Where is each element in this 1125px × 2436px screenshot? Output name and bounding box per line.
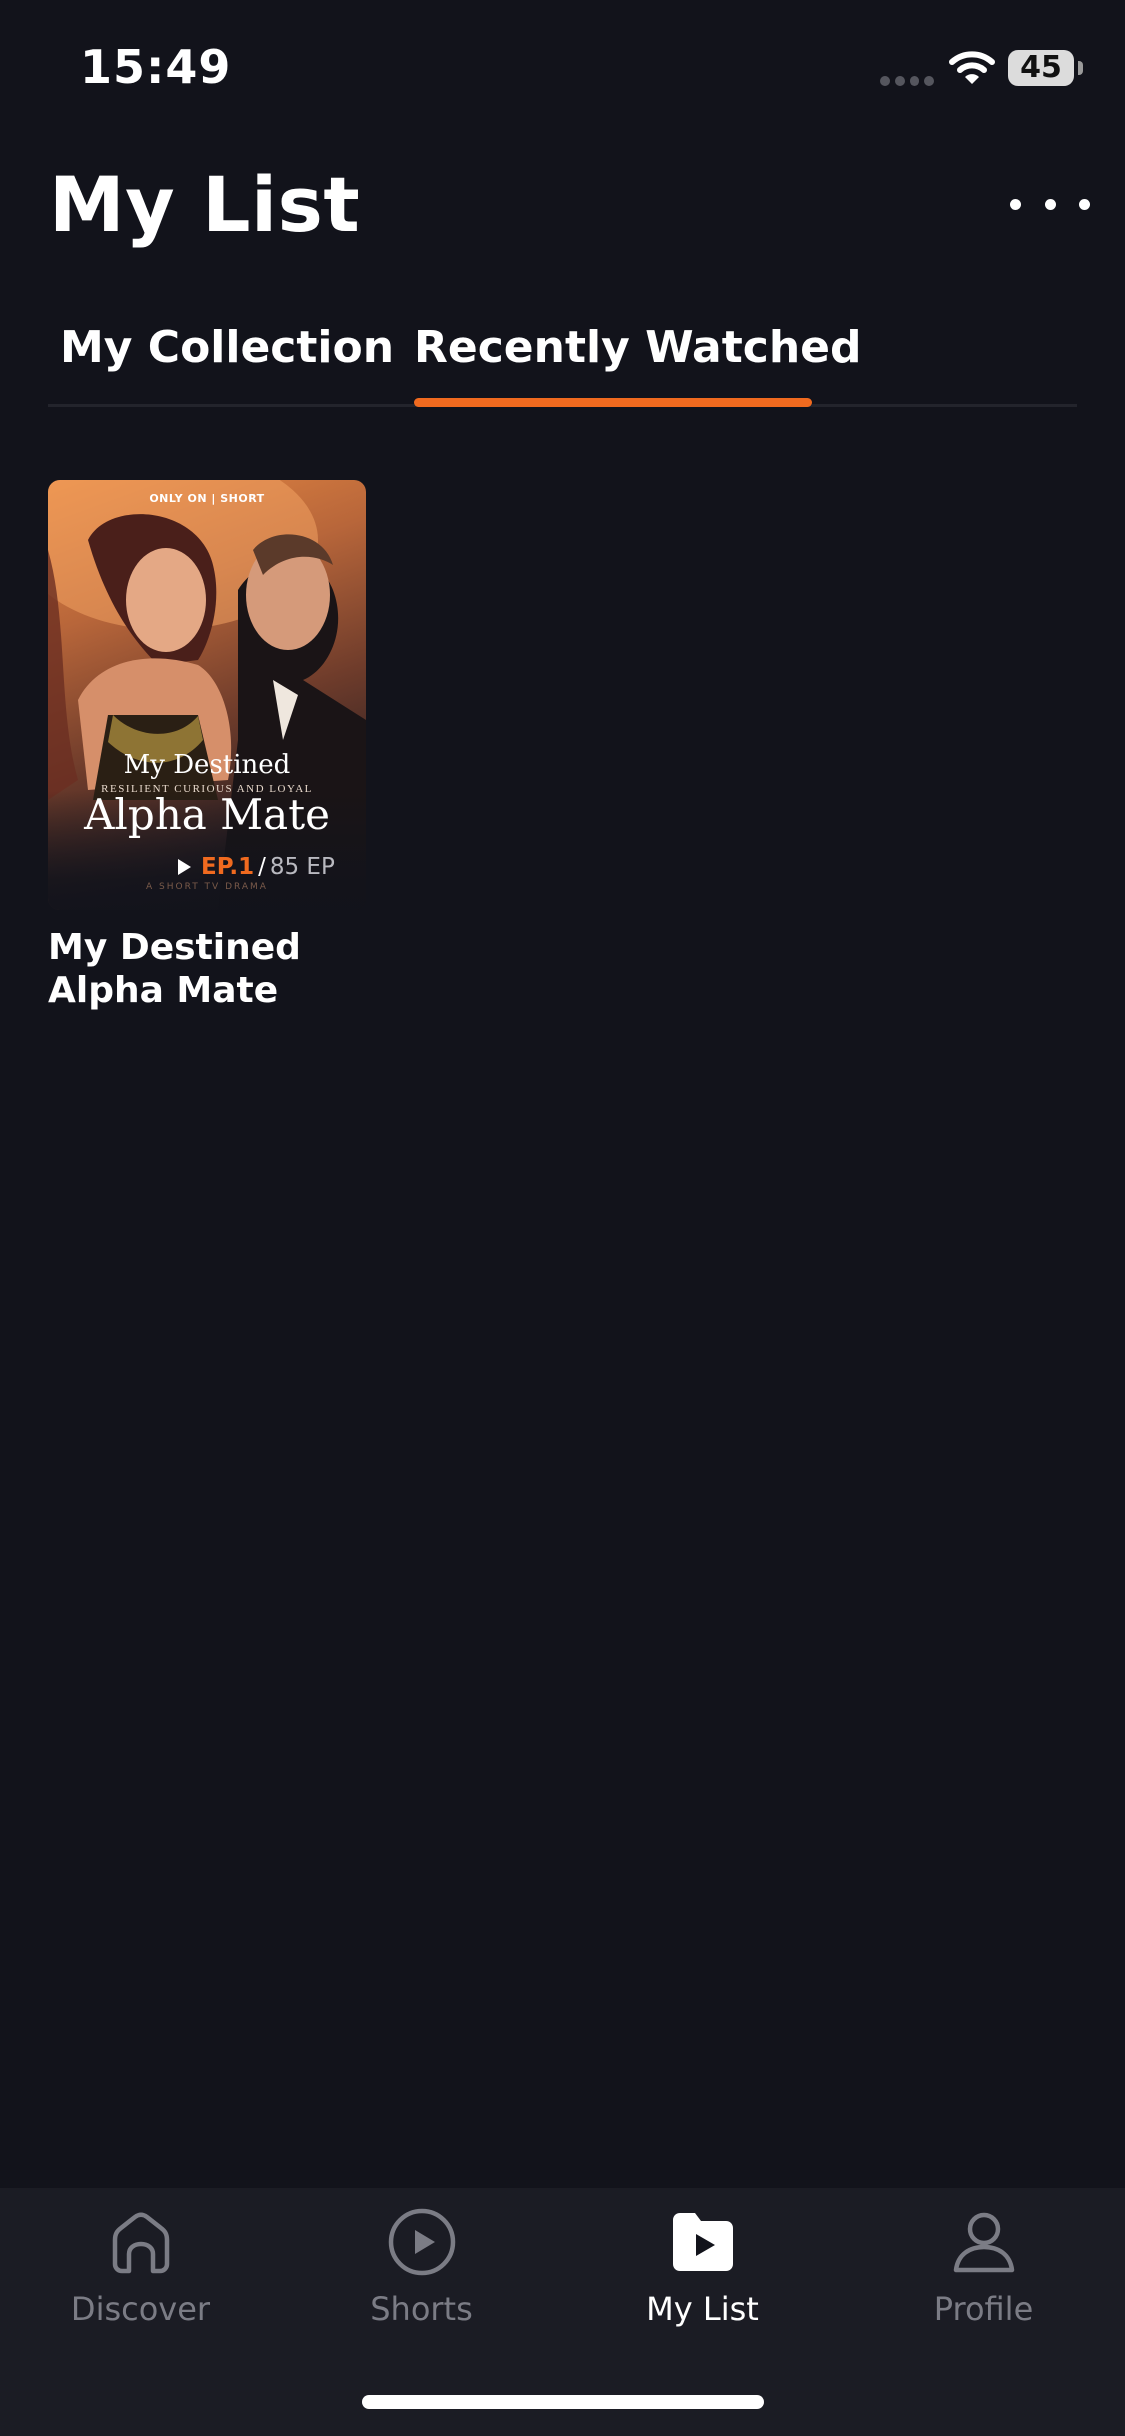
episode-progress: EP.1 / 85 EP	[178, 854, 335, 880]
play-icon	[178, 859, 191, 875]
nav-item-profile[interactable]: Profile	[843, 2188, 1124, 2358]
poster-subtag: A SHORT TV DRAMA	[146, 882, 268, 892]
nav-label-shorts: Shorts	[370, 2290, 473, 2328]
status-bar: 15:49 45	[0, 0, 1125, 140]
item-title[interactable]: My Destined Alpha Mate	[48, 926, 366, 1012]
play-circle-icon	[388, 2208, 455, 2276]
status-time: 15:49	[80, 40, 232, 94]
nav-item-discover[interactable]: Discover	[0, 2188, 281, 2358]
nav-label-discover: Discover	[70, 2290, 211, 2328]
nav-label-my-list: My List	[646, 2290, 759, 2328]
poster-title-main: Alpha Mate	[84, 790, 330, 839]
nav-item-my-list[interactable]: My List	[562, 2188, 843, 2358]
episode-current: EP.1	[201, 854, 255, 880]
tab-bar: My Collection Recently Watched	[48, 312, 1077, 407]
poster-image[interactable]: ONLY ON | SHORT My Destined RESILIENT CU…	[48, 480, 366, 910]
home-indicator[interactable]	[362, 2395, 764, 2409]
active-tab-indicator	[414, 398, 812, 407]
folder-play-icon	[672, 2213, 733, 2271]
more-horizontal-icon	[1010, 198, 1021, 210]
poster-title-top: My Destined	[123, 750, 291, 780]
nav-item-shorts[interactable]: Shorts	[281, 2188, 562, 2358]
cellular-signal-icon	[880, 76, 934, 86]
home-icon	[112, 2212, 169, 2274]
page-title: My List	[49, 160, 361, 249]
battery-cap	[1078, 61, 1083, 75]
tab-my-collection[interactable]: My Collection	[60, 322, 394, 373]
episode-separator: /	[258, 854, 266, 880]
episode-total: 85 EP	[269, 854, 335, 880]
nav-label-profile: Profile	[933, 2290, 1034, 2328]
poster-badge: ONLY ON | SHORT	[149, 492, 265, 505]
battery-icon: 45	[1008, 50, 1074, 86]
more-options-button[interactable]	[1010, 184, 1090, 224]
tab-recently-watched[interactable]: Recently Watched	[414, 322, 862, 373]
wifi-icon	[949, 51, 995, 84]
list-item[interactable]: ONLY ON | SHORT My Destined RESILIENT CU…	[48, 480, 366, 1012]
person-icon	[953, 2212, 1014, 2273]
